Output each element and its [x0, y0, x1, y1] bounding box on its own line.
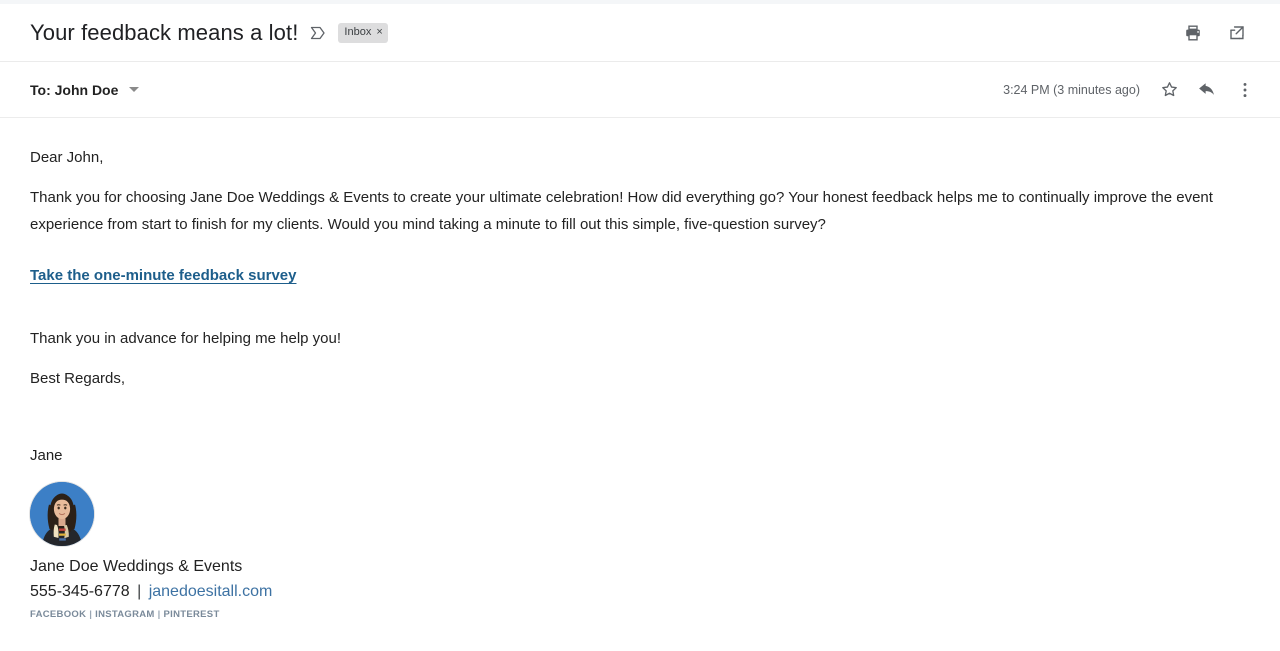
- star-icon[interactable]: [1158, 79, 1180, 101]
- timestamp: 3:24 PM (3 minutes ago): [1003, 82, 1140, 97]
- email-signature: Jane Doe Weddings & Events 555-345-6778 …: [30, 482, 1250, 620]
- sent-arrow-icon: [309, 24, 327, 42]
- body-spacer-2: [30, 405, 1250, 442]
- close-icon[interactable]: ×: [376, 26, 382, 38]
- avatar: [30, 482, 94, 546]
- subject-header: Your feedback means a lot! Inbox ×: [0, 4, 1280, 62]
- email-message-view: Your feedback means a lot! Inbox × To: J…: [0, 0, 1280, 651]
- social-link-pinterest[interactable]: PINTEREST: [164, 609, 220, 620]
- body-paragraph-2: Thank you in advance for helping me help…: [30, 330, 342, 347]
- greeting-text: Dear John,: [30, 149, 104, 166]
- reply-icon[interactable]: [1196, 79, 1218, 101]
- message-action-group: [1158, 79, 1256, 101]
- social-link-instagram[interactable]: INSTAGRAM: [95, 609, 155, 620]
- signature-business-name: Jane Doe Weddings & Events: [30, 558, 243, 575]
- social-link-facebook[interactable]: FACEBOOK: [30, 609, 86, 620]
- social-separator-2: |: [157, 609, 161, 620]
- signature-website-link[interactable]: janedoesitall.com: [149, 583, 273, 600]
- print-icon[interactable]: [1182, 22, 1204, 44]
- recipient-header: To: John Doe 3:24 PM (3 minutes ago): [0, 62, 1280, 118]
- signature-separator: |: [137, 583, 142, 600]
- more-options-icon[interactable]: [1234, 79, 1256, 101]
- body-paragraph-1: Thank you for choosing Jane Doe Weddings…: [30, 189, 1213, 233]
- label-chip-text: Inbox: [344, 25, 372, 38]
- sign-off-text: Jane: [30, 447, 63, 464]
- chevron-down-icon[interactable]: [129, 87, 140, 92]
- message-body: Dear John, Thank you for choosing Jane D…: [0, 118, 1280, 620]
- signature-contact-line: 555-345-6778 | janedoesitall.com: [30, 580, 1250, 604]
- subject-action-group: [1182, 22, 1256, 44]
- social-separator-1: |: [89, 609, 93, 620]
- label-chip-inbox[interactable]: Inbox ×: [338, 22, 388, 43]
- page-title: Your feedback means a lot!: [30, 19, 299, 45]
- body-spacer-1: [30, 285, 1250, 325]
- signature-phone: 555-345-6778: [30, 583, 130, 600]
- recipient-line: To: John Doe: [30, 81, 119, 98]
- feedback-survey-link[interactable]: Take the one-minute feedback survey: [30, 267, 296, 284]
- signature-social-links: FACEBOOK | INSTAGRAM | PINTEREST: [30, 609, 1250, 620]
- open-in-new-window-icon[interactable]: [1226, 22, 1248, 44]
- closing-text: Best Regards,: [30, 370, 126, 387]
